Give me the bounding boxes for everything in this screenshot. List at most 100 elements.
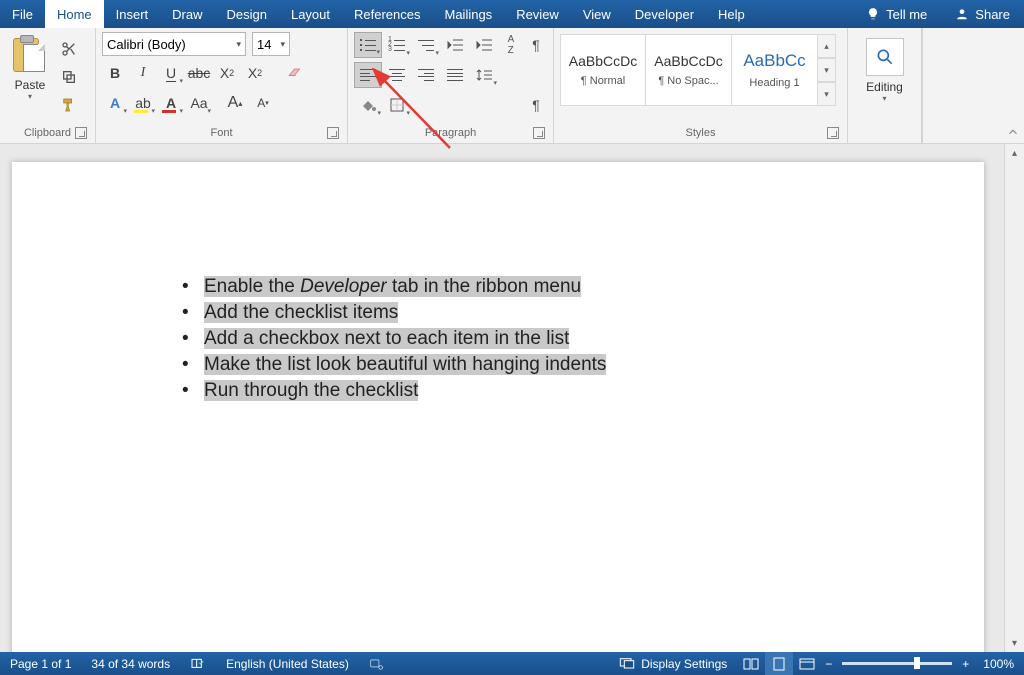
align-center-button[interactable] bbox=[383, 62, 411, 88]
font-name-value: Calibri (Body) bbox=[107, 37, 186, 52]
italic-button[interactable]: I bbox=[130, 60, 156, 86]
paste-label: Paste bbox=[15, 78, 46, 92]
decrease-indent-button[interactable] bbox=[441, 32, 469, 58]
list-item[interactable]: •Enable the Developer tab in the ribbon … bbox=[182, 276, 944, 298]
style-name: ¶ No Spac... bbox=[658, 75, 718, 87]
language-indicator[interactable]: English (United States) bbox=[216, 652, 359, 675]
increase-indent-button[interactable] bbox=[470, 32, 498, 58]
page-indicator[interactable]: Page 1 of 1 bbox=[0, 652, 81, 675]
font-size-combo[interactable]: 14▾ bbox=[252, 32, 290, 56]
group-font: Calibri (Body)▾ 14▾ B I U▾ abc X2 X2 A▾ … bbox=[96, 28, 348, 143]
spellcheck-button[interactable] bbox=[180, 652, 216, 675]
list-item[interactable]: •Add the checklist items bbox=[182, 302, 944, 324]
strikethrough-button[interactable]: abc bbox=[186, 60, 212, 86]
zoom-out-button[interactable]: − bbox=[821, 652, 836, 675]
styles-gallery-scroll[interactable]: ▴▾▾ bbox=[818, 34, 836, 106]
subscript-button[interactable]: X2 bbox=[214, 60, 240, 86]
tell-me-button[interactable]: Tell me bbox=[852, 0, 941, 28]
accessibility-button[interactable] bbox=[359, 652, 393, 675]
align-right-button[interactable] bbox=[412, 62, 440, 88]
list-item[interactable]: •Run through the checklist bbox=[182, 380, 944, 402]
underline-button[interactable]: U▾ bbox=[158, 60, 184, 86]
style-heading1[interactable]: AaBbCc Heading 1 bbox=[732, 34, 818, 106]
scroll-up-icon[interactable]: ▴ bbox=[1005, 144, 1024, 162]
book-check-icon bbox=[190, 657, 206, 671]
styles-dialog-launcher[interactable] bbox=[827, 127, 839, 139]
align-left-button[interactable] bbox=[354, 62, 382, 88]
zoom-in-button[interactable]: + bbox=[958, 652, 973, 675]
tab-mailings[interactable]: Mailings bbox=[433, 0, 505, 28]
grow-font-button[interactable]: A▴ bbox=[222, 90, 248, 116]
list-item[interactable]: •Make the list look beautiful with hangi… bbox=[182, 354, 944, 376]
bullet-icon: • bbox=[182, 276, 204, 298]
tab-view[interactable]: View bbox=[571, 0, 623, 28]
zoom-slider[interactable] bbox=[842, 662, 952, 665]
bullets-button[interactable]: ▾ bbox=[354, 32, 382, 58]
font-dialog-launcher[interactable] bbox=[327, 127, 339, 139]
tab-help[interactable]: Help bbox=[706, 0, 757, 28]
highlight-button[interactable]: ab▾ bbox=[130, 90, 156, 116]
font-color-button[interactable]: A▾ bbox=[158, 90, 184, 116]
copy-icon bbox=[61, 69, 77, 85]
text-effects-button[interactable]: A▾ bbox=[102, 90, 128, 116]
multilevel-list-button[interactable]: ▾ bbox=[412, 32, 440, 58]
font-name-combo[interactable]: Calibri (Body)▾ bbox=[102, 32, 246, 56]
status-bar: Page 1 of 1 34 of 34 words English (Unit… bbox=[0, 652, 1024, 675]
group-styles-label: Styles bbox=[686, 127, 716, 139]
tab-references[interactable]: References bbox=[342, 0, 432, 28]
zoom-level[interactable]: 100% bbox=[973, 652, 1024, 675]
sort-button[interactable]: AZ bbox=[499, 32, 523, 58]
find-button[interactable] bbox=[866, 38, 904, 76]
shading-button[interactable]: ▾ bbox=[354, 92, 382, 118]
show-marks-button-2[interactable]: ¶ bbox=[524, 92, 548, 118]
web-layout-button[interactable] bbox=[793, 652, 821, 675]
multilevel-icon bbox=[418, 38, 434, 52]
align-right-icon bbox=[418, 69, 434, 81]
collapse-ribbon-icon[interactable] bbox=[1006, 125, 1020, 139]
display-settings-button[interactable]: Display Settings bbox=[609, 652, 737, 675]
scroll-down-icon[interactable]: ▾ bbox=[1005, 634, 1024, 652]
tab-home[interactable]: Home bbox=[45, 0, 104, 28]
tab-review[interactable]: Review bbox=[504, 0, 571, 28]
tab-file[interactable]: File bbox=[0, 0, 45, 28]
bullets-icon bbox=[360, 38, 376, 52]
paste-button[interactable]: Paste ▾ bbox=[6, 32, 54, 125]
change-case-button[interactable]: Aa▾ bbox=[186, 90, 212, 116]
list-item-text: Add the checklist items bbox=[204, 302, 398, 324]
document-page[interactable]: •Enable the Developer tab in the ribbon … bbox=[12, 162, 984, 652]
clear-formatting-button[interactable] bbox=[282, 60, 308, 86]
tab-developer[interactable]: Developer bbox=[623, 0, 706, 28]
style-sample: AaBbCcDc bbox=[654, 53, 722, 69]
brush-icon bbox=[61, 97, 77, 113]
read-mode-button[interactable] bbox=[737, 652, 765, 675]
paste-icon bbox=[13, 36, 47, 76]
vertical-scrollbar[interactable]: ▴ ▾ bbox=[1004, 144, 1024, 652]
tab-insert[interactable]: Insert bbox=[104, 0, 161, 28]
copy-button[interactable] bbox=[58, 66, 80, 88]
print-layout-button[interactable] bbox=[765, 652, 793, 675]
share-button[interactable]: Share bbox=[941, 0, 1024, 28]
paragraph-dialog-launcher[interactable] bbox=[533, 127, 545, 139]
list-item-text: Run through the checklist bbox=[204, 380, 418, 402]
list-item[interactable]: •Add a checkbox next to each item in the… bbox=[182, 328, 944, 350]
superscript-button[interactable]: X2 bbox=[242, 60, 268, 86]
line-spacing-button[interactable]: ▾ bbox=[470, 62, 498, 88]
numbering-button[interactable]: 1 2 3 ▾ bbox=[383, 32, 411, 58]
clipboard-dialog-launcher[interactable] bbox=[75, 127, 87, 139]
show-marks-button[interactable]: ¶ bbox=[524, 32, 548, 58]
cut-button[interactable] bbox=[58, 38, 80, 60]
bullet-icon: • bbox=[182, 302, 204, 324]
justify-button[interactable] bbox=[441, 62, 469, 88]
borders-button[interactable]: ▾ bbox=[383, 92, 411, 118]
style-normal[interactable]: AaBbCcDc ¶ Normal bbox=[560, 34, 646, 106]
tab-layout[interactable]: Layout bbox=[279, 0, 342, 28]
tab-draw[interactable]: Draw bbox=[160, 0, 214, 28]
style-no-spacing[interactable]: AaBbCcDc ¶ No Spac... bbox=[646, 34, 732, 106]
accessibility-icon bbox=[369, 657, 383, 671]
format-painter-button[interactable] bbox=[58, 94, 80, 116]
shrink-font-button[interactable]: A▾ bbox=[250, 90, 276, 116]
word-count[interactable]: 34 of 34 words bbox=[81, 652, 180, 675]
bold-button[interactable]: B bbox=[102, 60, 128, 86]
ribbon-tabs: File Home Insert Draw Design Layout Refe… bbox=[0, 0, 1024, 28]
tab-design[interactable]: Design bbox=[215, 0, 279, 28]
